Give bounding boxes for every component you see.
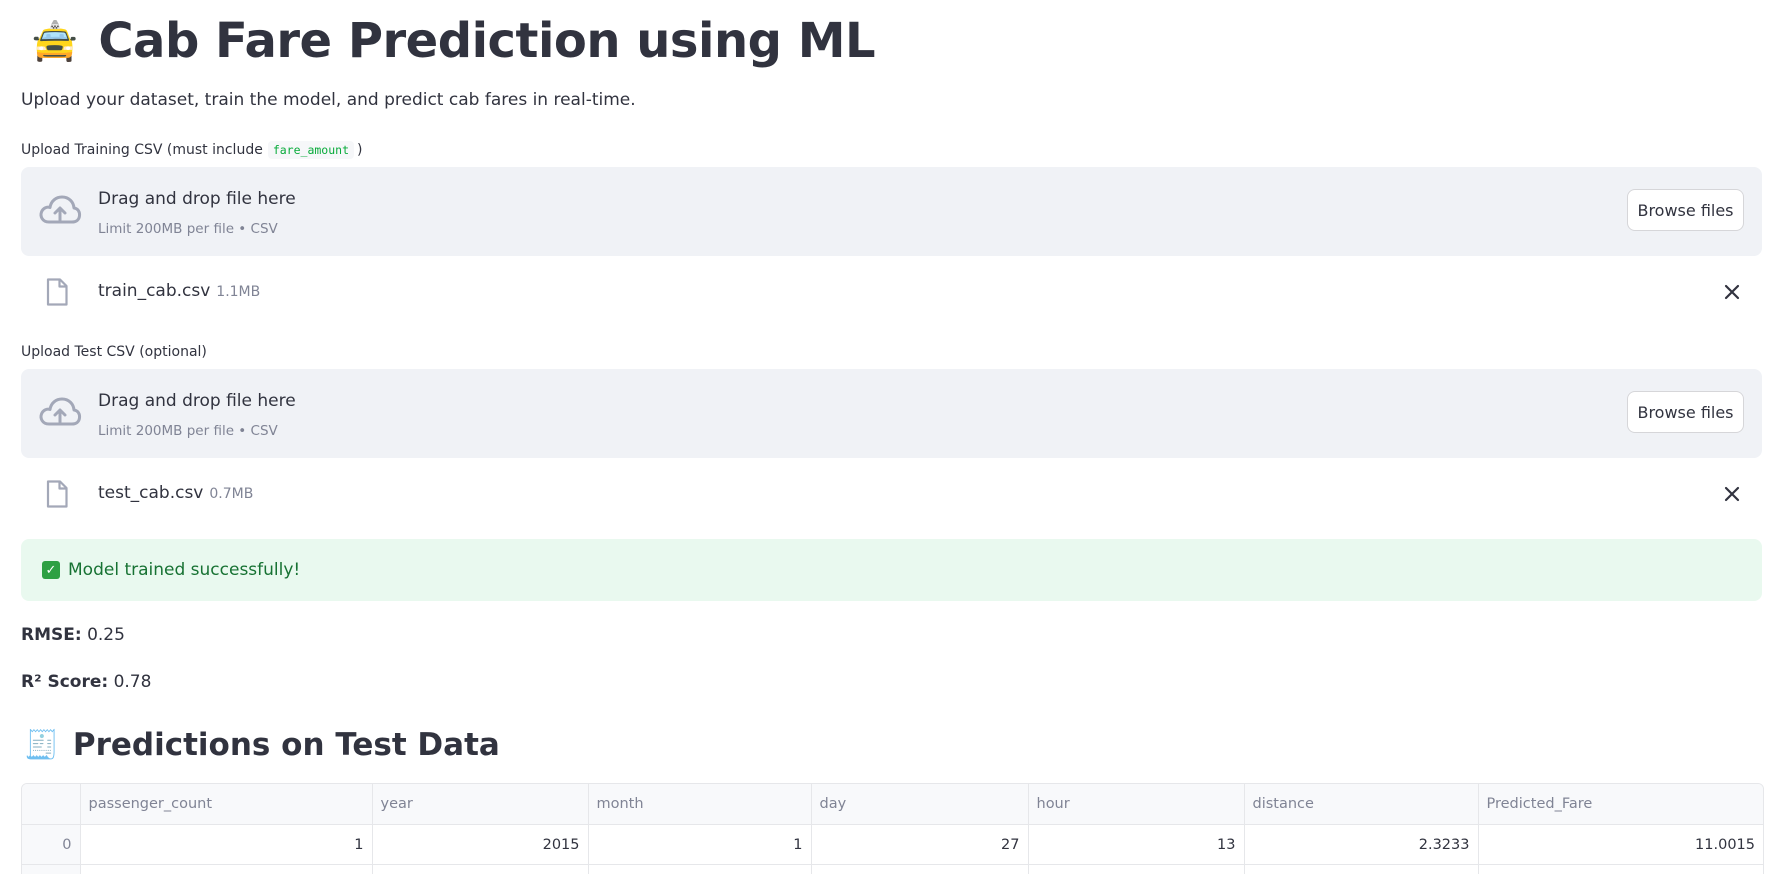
column-header[interactable]: hour	[1028, 784, 1245, 825]
check-icon: ✓	[42, 561, 60, 579]
app-page: 🚖 Cab Fare Prediction using ML Upload yo…	[0, 0, 1784, 874]
table-cell[interactable]	[588, 864, 812, 874]
remove-test-file-close-icon[interactable]	[1720, 482, 1744, 506]
table-cell[interactable]: 1	[588, 824, 812, 865]
column-header[interactable]: month	[588, 784, 812, 825]
row-index	[22, 864, 81, 874]
page-subtitle: Upload your dataset, train the model, an…	[21, 90, 636, 110]
column-header[interactable]: day	[811, 784, 1029, 825]
table-row: 0 1 2015 1 27 13 2.3233 11.0015	[22, 824, 1763, 865]
table-header-row: passenger_count year month day hour dist…	[22, 784, 1763, 825]
train-drop-title: Drag and drop file here	[98, 189, 296, 209]
page-header: 🚖 Cab Fare Prediction using ML	[31, 10, 876, 72]
column-header[interactable]: distance	[1244, 784, 1479, 825]
table-row	[22, 864, 1763, 874]
column-header[interactable]: passenger_count	[80, 784, 373, 825]
train-upload-label-text: Upload Training CSV (must include	[21, 142, 263, 158]
success-alert: ✓ Model trained successfully!	[21, 539, 1762, 601]
rmse-metric: RMSE: 0.25	[21, 625, 125, 645]
cloud-upload-icon	[39, 195, 82, 224]
train-upload-label-code: fare_amount	[267, 141, 354, 159]
table-cell[interactable]: 1	[80, 824, 373, 865]
train-drop-limit: Limit 200MB per file • CSV	[98, 221, 278, 237]
test-upload-label: Upload Test CSV (optional)	[21, 344, 207, 360]
train-file-name: train_cab.csv	[98, 281, 211, 301]
rmse-value: 0.25	[87, 625, 125, 645]
table-cell[interactable]: 2.3233	[1244, 824, 1479, 865]
train-upload-label: Upload Training CSV (must include fare_a…	[21, 141, 362, 159]
predictions-header: 🧾 Predictions on Test Data	[24, 722, 500, 768]
table-cell[interactable]: 27	[811, 824, 1029, 865]
remove-train-file-close-icon[interactable]	[1720, 280, 1744, 304]
test-file-info: test_cab.csv 0.7MB	[98, 483, 253, 503]
predictions-title: Predictions on Test Data	[72, 727, 500, 763]
test-file-row: test_cab.csv 0.7MB	[21, 470, 1762, 518]
table-cell[interactable]	[80, 864, 373, 874]
table-cell[interactable]	[1244, 864, 1479, 874]
receipt-icon: 🧾	[24, 728, 59, 761]
column-header[interactable]: year	[372, 784, 589, 825]
test-file-name: test_cab.csv	[98, 483, 204, 503]
column-header[interactable]	[22, 784, 81, 825]
cloud-upload-icon	[39, 397, 82, 426]
row-index: 0	[22, 824, 81, 865]
test-drop-title: Drag and drop file here	[98, 391, 296, 411]
table-cell[interactable]: 2015	[372, 824, 589, 865]
predictions-table[interactable]: passenger_count year month day hour dist…	[21, 783, 1764, 874]
page-title: Cab Fare Prediction using ML	[98, 13, 876, 69]
train-upload-label-suffix: )	[357, 142, 363, 158]
taxi-icon: 🚖	[31, 19, 79, 63]
train-file-row: train_cab.csv 1.1MB	[21, 268, 1762, 316]
table-cell[interactable]	[1478, 864, 1763, 874]
success-message: Model trained successfully!	[68, 560, 301, 580]
rmse-label: RMSE:	[21, 625, 82, 645]
table-cell[interactable]	[372, 864, 589, 874]
table-cell[interactable]	[811, 864, 1029, 874]
test-browse-button[interactable]: Browse files	[1627, 391, 1744, 433]
r2-value: 0.78	[113, 672, 152, 692]
table-cell[interactable]	[1028, 864, 1245, 874]
r2-label: R² Score:	[21, 672, 109, 692]
column-header[interactable]: Predicted_Fare	[1478, 784, 1763, 825]
r2-metric: R² Score: 0.78	[21, 672, 151, 692]
test-dropzone[interactable]: Drag and drop file here Limit 200MB per …	[21, 369, 1762, 458]
file-icon	[46, 480, 68, 508]
train-browse-button[interactable]: Browse files	[1627, 189, 1744, 231]
predictions-data-table: passenger_count year month day hour dist…	[22, 784, 1763, 874]
train-dropzone[interactable]: Drag and drop file here Limit 200MB per …	[21, 167, 1762, 256]
train-file-size: 1.1MB	[216, 284, 261, 300]
test-drop-limit: Limit 200MB per file • CSV	[98, 423, 278, 439]
train-file-info: train_cab.csv 1.1MB	[98, 281, 260, 301]
file-icon	[46, 278, 68, 306]
test-file-size: 0.7MB	[209, 486, 254, 502]
table-cell[interactable]: 13	[1028, 824, 1245, 865]
table-cell[interactable]: 11.0015	[1478, 824, 1763, 865]
